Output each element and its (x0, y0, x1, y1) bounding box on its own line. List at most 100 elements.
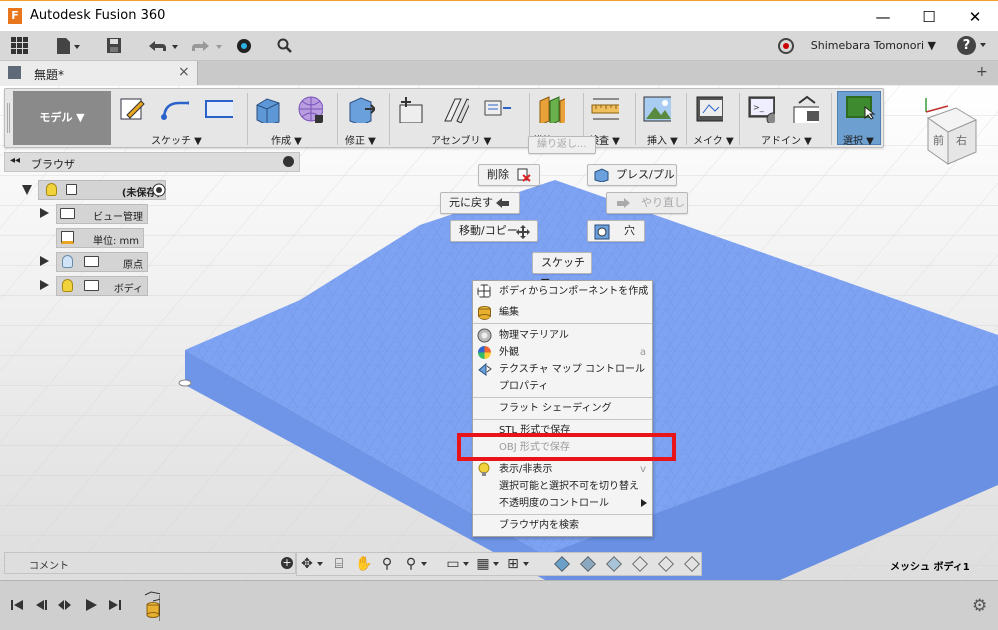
tree-item-named-views[interactable]: ビュー管理 (36, 204, 148, 224)
zoom-icon[interactable]: ⚲ (379, 556, 395, 572)
mesh-outline-icon[interactable] (658, 556, 674, 572)
workspace-switcher[interactable]: モデル ▼ (13, 91, 111, 145)
fit-icon[interactable]: ⚲ (403, 556, 419, 572)
lightbulb-off-icon[interactable] (62, 255, 73, 268)
scripts-addins-icon[interactable]: >_ (747, 95, 775, 123)
undo-icon[interactable] (146, 37, 180, 55)
redo-button[interactable]: やり直し (606, 192, 688, 214)
menu-item-show-hide[interactable]: 表示/非表示 v (473, 461, 652, 478)
close-tab-icon[interactable]: × (178, 64, 190, 80)
minimize-button[interactable]: — (860, 3, 906, 31)
look-at-icon[interactable]: ⌸ (331, 556, 347, 572)
go-to-start-icon[interactable] (10, 598, 24, 612)
menu-item-find-in-browser[interactable]: ブラウザ内を検索 (473, 517, 652, 534)
mesh-shaded-faceted-icon[interactable] (580, 556, 596, 572)
select-group-label[interactable]: 選択 ▼ (843, 132, 874, 147)
mesh-wireframe-icon[interactable] (632, 556, 648, 572)
browser-collapse-icon[interactable]: ◂◂ (10, 155, 20, 166)
job-status-icon[interactable] (236, 37, 252, 55)
navcube-right-label[interactable]: 右 (956, 133, 967, 147)
press-pull-icon[interactable] (347, 95, 375, 123)
help-dropdown-icon[interactable] (980, 43, 986, 48)
tree-item-origin[interactable]: 原点 (36, 252, 148, 272)
document-tab[interactable]: 無題* × (0, 61, 198, 85)
activate-radio-icon[interactable] (152, 183, 166, 197)
browser-pin-icon[interactable] (283, 156, 294, 167)
new-tab-icon[interactable]: + (976, 64, 988, 80)
app-store-icon[interactable] (791, 95, 819, 123)
delete-button[interactable]: 削除 (478, 164, 540, 186)
maximize-button[interactable]: ☐ (906, 3, 952, 31)
user-account-menu[interactable]: Shimebara Tomonori ▼ (811, 39, 936, 52)
menu-item-toggle-selectable[interactable]: 選択可能と選択不可を切り替え (473, 478, 652, 495)
view-cube[interactable]: 前 右 (918, 92, 988, 172)
expand-arrow-icon[interactable] (22, 185, 32, 195)
expand-arrow-icon[interactable] (40, 256, 49, 266)
repeat-command-button[interactable]: 繰り返し... (528, 136, 596, 154)
menu-item-properties[interactable]: プロパティ (473, 378, 652, 395)
tree-item-bodies[interactable]: ボディ (36, 276, 148, 296)
assemble-group-label[interactable]: アセンブリ ▼ (431, 132, 491, 147)
create-sketch-icon[interactable] (119, 95, 147, 123)
press-pull-button[interactable]: プレス/プル (587, 164, 677, 186)
expand-arrow-icon[interactable] (40, 208, 49, 218)
menu-item-texture-map[interactable]: テクスチャ マップ コントロール (473, 361, 652, 378)
insert-image-icon[interactable] (643, 95, 671, 123)
help-icon[interactable]: ? (957, 36, 976, 55)
menu-item-appearance[interactable]: 外観 a (473, 344, 652, 361)
extrude-icon[interactable] (254, 95, 282, 123)
joint-icon[interactable] (441, 95, 469, 123)
viewports-dropdown-icon[interactable] (523, 562, 529, 566)
make-group-label[interactable]: メイク ▼ (693, 132, 734, 147)
rectangle-tool-icon[interactable] (205, 95, 233, 123)
orbit-dropdown-icon[interactable] (317, 562, 323, 566)
close-button[interactable]: ✕ (952, 3, 998, 31)
menu-item-create-component[interactable]: ボディからコンポーネントを作成 (473, 283, 652, 300)
tree-item-root[interactable]: (未保存) (20, 180, 180, 200)
line-tool-icon[interactable] (161, 95, 189, 123)
grid-dropdown-icon[interactable] (493, 562, 499, 566)
comments-panel[interactable]: コメント + (4, 552, 296, 574)
insert-group-label[interactable]: 挿入 ▼ (647, 132, 678, 147)
create-group-label[interactable]: 作成 ▼ (271, 132, 302, 147)
viewports-icon[interactable]: ⊞ (505, 556, 521, 572)
timeline-settings-gear-icon[interactable]: ⚙ (972, 596, 987, 616)
record-icon[interactable] (778, 38, 794, 54)
redo-icon[interactable] (190, 37, 224, 55)
data-panel-grid-icon[interactable] (11, 37, 29, 55)
menu-item-physical-material[interactable]: 物理マテリアル (473, 327, 652, 344)
orbit-icon[interactable]: ✥ (299, 556, 315, 572)
menu-item-flat-shading[interactable]: フラット シェーディング (473, 400, 652, 417)
measure-icon[interactable] (591, 95, 619, 123)
menu-item-edit[interactable]: 編集 (473, 304, 652, 321)
new-component-icon[interactable] (397, 95, 425, 123)
mesh-shaded-icon[interactable] (554, 556, 570, 572)
tree-item-units[interactable]: 単位: mm (56, 228, 144, 248)
browser-panel-header[interactable]: ◂◂ ブラウザ (4, 152, 300, 172)
search-icon[interactable] (277, 37, 293, 55)
move-copy-button[interactable]: 移動/コピー (450, 220, 538, 242)
sketch-group-label[interactable]: スケッチ ▼ (151, 132, 202, 147)
play-icon[interactable] (84, 598, 98, 612)
timeline-feature-marker[interactable] (144, 591, 160, 621)
display-dropdown-icon[interactable] (463, 562, 469, 566)
hole-button[interactable]: 穴 (587, 220, 645, 242)
offset-plane-icon[interactable] (537, 95, 565, 123)
motion-link-icon[interactable] (483, 95, 511, 123)
mesh-hidden-edges-icon[interactable] (684, 556, 700, 572)
save-icon[interactable] (106, 37, 122, 55)
lightbulb-icon[interactable] (62, 279, 73, 292)
sketch-menu-button[interactable]: スケッチ ▼ (532, 252, 592, 289)
mesh-faceted-icon[interactable] (606, 556, 622, 572)
navcube-front-label[interactable]: 前 (933, 133, 944, 147)
undo-button[interactable]: 元に戻す (440, 192, 520, 214)
step-back-icon[interactable] (34, 598, 48, 612)
fit-dropdown-icon[interactable] (421, 562, 427, 566)
ribbon-grip[interactable] (7, 103, 10, 133)
file-menu-icon[interactable] (56, 37, 82, 55)
add-comment-icon[interactable]: + (281, 557, 293, 569)
expand-arrow-icon[interactable] (40, 280, 49, 290)
play-back-icon[interactable] (58, 598, 72, 612)
display-settings-icon[interactable]: ▭ (445, 556, 461, 572)
menu-item-opacity-control[interactable]: 不透明度のコントロール (473, 495, 652, 512)
